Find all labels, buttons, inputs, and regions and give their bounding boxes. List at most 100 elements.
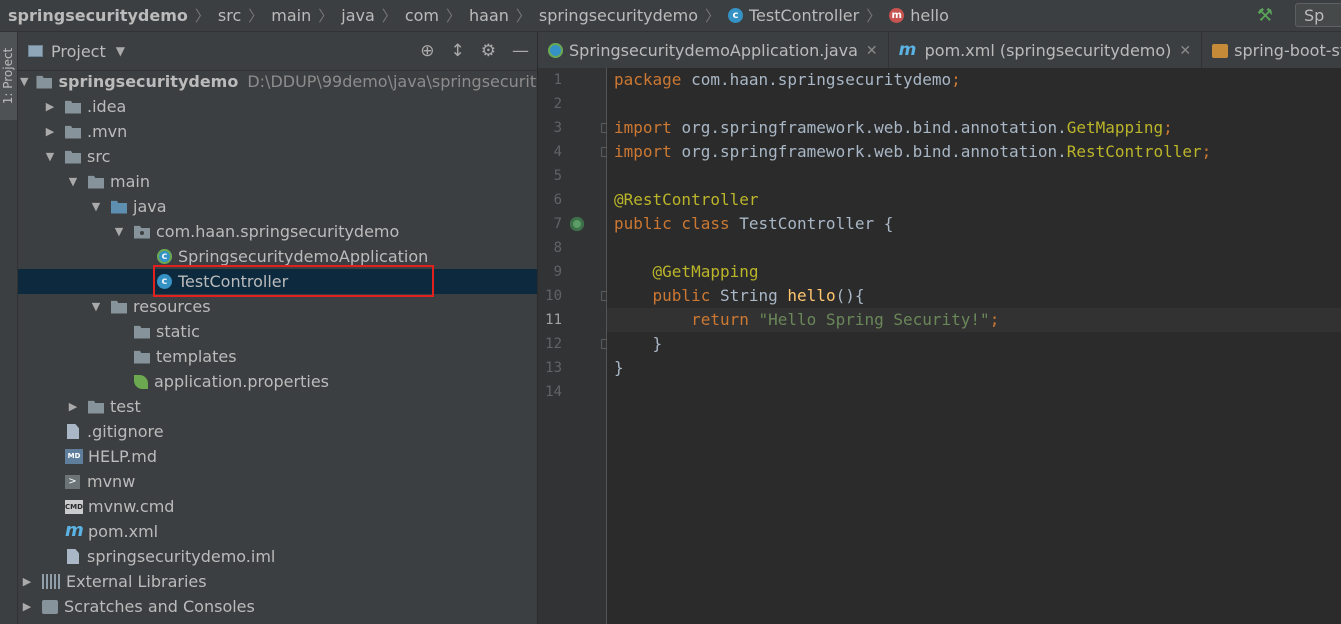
tree-node[interactable]: ▼ springsecuritydemo D:\DDUP\99demo\java\s… <box>18 69 537 94</box>
line-number: 1 <box>553 72 562 88</box>
tree-node-label: test <box>110 397 141 416</box>
close-icon[interactable]: ✕ <box>866 43 878 59</box>
expand-arrow-right-icon[interactable]: ▶ <box>20 600 34 613</box>
tree-node[interactable]: ▶springsecuritydemo.iml <box>18 544 537 569</box>
tree-node-label: .idea <box>87 97 127 116</box>
breadcrumb-item[interactable]: haan <box>469 6 509 25</box>
minimize-icon[interactable]: — <box>512 41 529 61</box>
code-token: String <box>719 286 788 305</box>
class-icon: c <box>728 8 743 23</box>
tree-node[interactable]: ▶ test <box>18 394 537 419</box>
code-token: import <box>614 142 682 161</box>
editor-tab[interactable]: spring-boot-starter <box>1202 32 1341 69</box>
tree-node-label: java <box>133 197 167 216</box>
code-editor[interactable]: package com.haan.springsecuritydemo; impo… <box>607 68 1341 624</box>
tree-node[interactable]: ▶static <box>18 319 537 344</box>
breadcrumb-item[interactable]: java <box>341 6 375 25</box>
locate-target-icon[interactable]: ⊕ <box>420 41 434 61</box>
breadcrumb-item[interactable]: springsecuritydemo <box>0 6 188 25</box>
tree-node[interactable]: ▶cTestController <box>18 269 537 294</box>
tree-node[interactable]: ▶>mvnw <box>18 469 537 494</box>
tree-node-label: springsecuritydemo.iml <box>87 547 276 566</box>
tree-node[interactable]: ▶.gitignore <box>18 419 537 444</box>
line-number: 12 <box>545 336 562 352</box>
close-icon[interactable]: ✕ <box>1179 43 1191 59</box>
breadcrumb-item[interactable]: springsecuritydemo <box>539 6 698 25</box>
breadcrumb-item[interactable]: m hello <box>889 6 949 25</box>
tree-node[interactable]: ▶application.properties <box>18 369 537 394</box>
method-icon: m <box>889 8 905 23</box>
gear-icon[interactable]: ⚙ <box>481 41 496 61</box>
tree-node[interactable]: ▶ .mvn <box>18 119 537 144</box>
code-token: hello <box>787 286 836 305</box>
breadcrumb-item[interactable]: main <box>271 6 311 25</box>
folder-icon <box>65 150 81 164</box>
tree-node[interactable]: ▶MDHELP.md <box>18 444 537 469</box>
expand-arrow-right-icon[interactable]: ▶ <box>20 575 34 588</box>
code-token: } <box>614 334 663 353</box>
run-configuration-selector[interactable]: Sp <box>1295 3 1341 27</box>
project-path-hint: D:\DDUP\99demo\java\springsecuritydemo <box>247 72 537 91</box>
package-icon <box>134 225 150 239</box>
breadcrumb-item[interactable]: src <box>218 6 241 25</box>
tree-node[interactable]: ▼ main <box>18 169 537 194</box>
tree-node-label: SpringsecuritydemoApplication <box>178 247 429 266</box>
editor-tab-label: SpringsecuritydemoApplication.java <box>569 41 858 60</box>
tree-node[interactable]: ▶templates <box>18 344 537 369</box>
tree-node[interactable]: ▶ Scratches and Consoles <box>18 594 537 619</box>
expand-arrow-right-icon[interactable]: ▶ <box>43 100 57 113</box>
collapse-all-icon[interactable]: ↕ <box>451 41 465 61</box>
tree-node[interactable]: ▶mpom.xml <box>18 519 537 544</box>
line-number: 6 <box>553 192 562 208</box>
folder-icon <box>65 100 81 114</box>
project-tool-tab-label: 1: Project <box>1 47 15 105</box>
project-tool-window: Project ▼ ⊕ ↕ ⚙ — ▼ springsecuritydemo D:\… <box>18 32 538 624</box>
source-folder-icon <box>111 200 127 214</box>
tree-node[interactable]: ▼ com.haan.springsecuritydemo <box>18 219 537 244</box>
breadcrumb-item[interactable]: com <box>405 6 439 25</box>
expand-arrow-down-icon[interactable]: ▼ <box>89 300 103 313</box>
breadcrumb-item[interactable]: c TestController <box>728 6 859 25</box>
tree-node-label: Scratches and Consoles <box>64 597 255 616</box>
project-view-selector[interactable]: Project ▼ <box>28 42 125 61</box>
editor-tab[interactable]: SpringsecuritydemoApplication.java ✕ <box>538 32 889 69</box>
expand-arrow-right-icon[interactable]: ▶ <box>43 125 57 138</box>
code-token: RestController <box>1066 142 1202 161</box>
terminal-icon: > <box>65 474 80 489</box>
scratches-icon <box>42 599 58 614</box>
expand-arrow-down-icon[interactable]: ▼ <box>43 150 57 163</box>
expand-arrow-down-icon[interactable]: ▼ <box>112 225 126 238</box>
code-token: @GetMapping <box>652 262 759 281</box>
code-token: "Hello Spring Security!" <box>758 310 990 329</box>
project-tool-tab[interactable]: 1: Project <box>0 32 17 120</box>
expand-arrow-down-icon[interactable]: ▼ <box>89 200 103 213</box>
breadcrumb-label: haan <box>469 6 509 25</box>
resources-folder-icon <box>111 300 127 314</box>
tree-node[interactable]: ▶ External Libraries <box>18 569 537 594</box>
expand-arrow-down-icon[interactable]: ▼ <box>20 75 28 88</box>
tree-node[interactable]: ▶CMDmvnw.cmd <box>18 494 537 519</box>
build-hammer-icon[interactable]: ⚒ <box>1255 6 1275 26</box>
expand-arrow-down-icon[interactable]: ▼ <box>66 175 80 188</box>
tree-node[interactable]: ▶cSpringsecuritydemoApplication <box>18 244 537 269</box>
code-token: GetMapping <box>1066 118 1164 137</box>
project-folder-icon <box>28 45 43 57</box>
folder-icon <box>134 325 150 339</box>
tree-node[interactable]: ▼ java <box>18 194 537 219</box>
tree-node[interactable]: ▼ src <box>18 144 537 169</box>
tree-node[interactable]: ▶ .idea <box>18 94 537 119</box>
editor-tab[interactable]: m pom.xml (springsecuritydemo) ✕ <box>889 32 1203 69</box>
tree-node[interactable]: ▼ resources <box>18 294 537 319</box>
spring-bean-gutter-icon[interactable] <box>570 217 584 231</box>
tree-node-label: pom.xml <box>88 522 159 541</box>
expand-arrow-right-icon[interactable]: ▶ <box>66 400 80 413</box>
breadcrumb-label: springsecuritydemo <box>538 6 698 25</box>
breadcrumb-separator-icon: 〉 <box>248 7 264 25</box>
code-token: org.springframework.web.bind.annotation. <box>681 118 1067 137</box>
libraries-icon <box>42 574 60 589</box>
editor-gutter: 1 2 3 4 5 6 7 8 9 10 11 12 13 14 <box>538 68 610 624</box>
